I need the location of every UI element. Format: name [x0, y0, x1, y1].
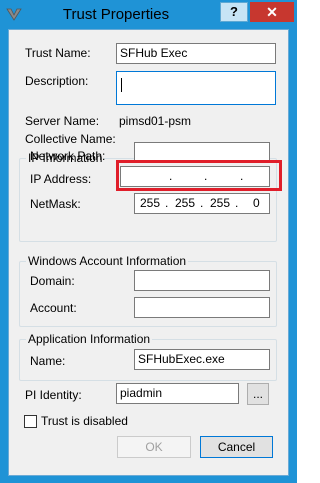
windows-account-title: Windows Account Information [26, 254, 189, 268]
netmask-dot-3: . [235, 196, 239, 210]
description-input[interactable] [116, 71, 276, 105]
app-name-input[interactable]: SFHubExec.exe [134, 349, 270, 370]
trust-name-input[interactable]: SFHub Exec [116, 43, 276, 64]
title-bar[interactable]: Trust Properties ? ✕ [1, 1, 296, 28]
netmask-octet-3[interactable]: 255 [210, 196, 230, 210]
ip-address-highlight [116, 160, 282, 191]
netmask-dot-1: . [165, 196, 169, 210]
close-button[interactable]: ✕ [250, 2, 294, 22]
ip-address-label: IP Address: [30, 172, 92, 186]
app-name-label: Name: [30, 354, 66, 368]
network-path-label: Network Path: [30, 149, 106, 163]
window-title: Trust Properties [62, 6, 170, 23]
account-input[interactable] [134, 297, 270, 318]
account-label: Account: [30, 301, 77, 315]
pi-identity-browse-button[interactable]: ... [247, 383, 269, 405]
application-info-title: Application Information [26, 332, 153, 346]
netmask-octet-1[interactable]: 255 [140, 196, 160, 210]
dialog-body: Trust Name: SFHub Exec Description: Serv… [8, 29, 289, 476]
text-caret [121, 78, 122, 92]
cancel-button[interactable]: Cancel [200, 436, 273, 458]
trust-name-label: Trust Name: [25, 46, 91, 60]
collective-name-label: Collective Name: [25, 132, 116, 146]
netmask-input[interactable]: 255 . 255 . 255 . 0 [134, 193, 270, 214]
domain-input[interactable] [134, 270, 270, 291]
netmask-label: NetMask: [30, 197, 81, 211]
server-name-value: pimsd01-psm [119, 114, 192, 128]
netmask-octet-2[interactable]: 255 [175, 196, 195, 210]
help-button[interactable]: ? [220, 2, 248, 22]
server-name-label: Server Name: [25, 114, 100, 128]
domain-label: Domain: [30, 274, 75, 288]
netmask-dot-2: . [200, 196, 204, 210]
trust-disabled-label[interactable]: Trust is disabled [41, 414, 128, 428]
pi-identity-label: PI Identity: [25, 388, 82, 402]
trust-properties-window: Trust Properties ? ✕ Trust Name: SFHub E… [0, 0, 297, 483]
pi-identity-input[interactable]: piadmin [116, 383, 239, 404]
trust-disabled-checkbox[interactable] [24, 415, 37, 428]
netmask-octet-4[interactable]: 0 [253, 196, 260, 210]
ok-button[interactable]: OK [117, 436, 191, 458]
description-label: Description: [25, 74, 89, 88]
